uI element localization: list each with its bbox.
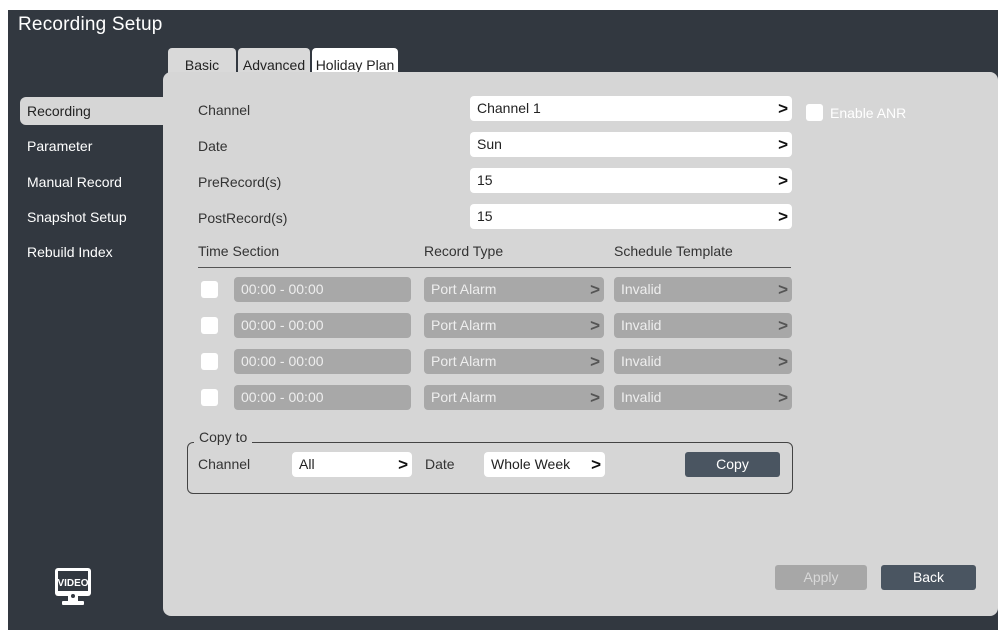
date-select[interactable]: Sun >	[470, 132, 792, 157]
chevron-right-icon: >	[590, 316, 600, 335]
chevron-right-icon: >	[778, 388, 788, 407]
prerecord-label: PreRecord(s)	[198, 174, 282, 190]
schedule-template-select[interactable]: Invalid >	[614, 349, 792, 374]
sidebar-item-label: Recording	[27, 103, 91, 119]
record-type-header: Record Type	[424, 243, 504, 259]
chevron-right-icon: >	[590, 280, 600, 299]
time-section-field[interactable]: 00:00 - 00:00	[234, 385, 411, 410]
chevron-right-icon: >	[590, 352, 600, 371]
copy-channel-value: All	[299, 456, 315, 472]
chevron-right-icon: >	[778, 316, 788, 335]
schedule-template-select[interactable]: Invalid >	[614, 277, 792, 302]
date-value: Sun	[477, 136, 502, 152]
time-section-value: 00:00 - 00:00	[241, 389, 324, 405]
prerecord-select[interactable]: 15 >	[470, 168, 792, 193]
record-type-select[interactable]: Port Alarm >	[424, 349, 604, 374]
video-monitor-icon: VIDEO	[53, 566, 93, 608]
chevron-right-icon: >	[778, 99, 788, 118]
time-section-field[interactable]: 00:00 - 00:00	[234, 349, 411, 374]
chevron-right-icon: >	[778, 171, 788, 190]
sidebar-item-label: Rebuild Index	[27, 244, 113, 260]
sidebar-item-label: Parameter	[27, 138, 93, 154]
record-type-select[interactable]: Port Alarm >	[424, 385, 604, 410]
schedule-template-header: Schedule Template	[614, 243, 733, 259]
record-type-select[interactable]: Port Alarm >	[424, 313, 604, 338]
app-window: Recording Setup Basic Advanced Holiday P…	[8, 10, 998, 630]
copy-date-select[interactable]: Whole Week >	[484, 452, 605, 477]
time-section-field[interactable]: 00:00 - 00:00	[234, 277, 411, 302]
chevron-right-icon: >	[590, 388, 600, 407]
date-label: Date	[198, 138, 228, 154]
copy-button[interactable]: Copy	[685, 452, 780, 477]
channel-label: Channel	[198, 102, 251, 118]
channel-select[interactable]: Channel 1 >	[470, 96, 792, 121]
copy-to-legend: Copy to	[194, 429, 253, 445]
record-type-value: Port Alarm	[431, 317, 497, 333]
sidebar-item-label: Snapshot Setup	[27, 209, 127, 225]
chevron-right-icon: >	[778, 207, 788, 226]
app-title: Recording Setup	[18, 14, 163, 35]
chevron-right-icon: >	[778, 280, 788, 299]
record-type-value: Port Alarm	[431, 353, 497, 369]
record-type-select[interactable]: Port Alarm >	[424, 277, 604, 302]
row-checkbox[interactable]	[201, 389, 218, 406]
enable-anr-label: Enable ANR	[830, 105, 907, 121]
sidebar-item-recording[interactable]: Recording	[20, 97, 164, 125]
enable-anr-checkbox[interactable]	[806, 104, 823, 121]
chevron-right-icon: >	[778, 135, 788, 154]
copy-date-value: Whole Week	[491, 456, 571, 472]
time-section-value: 00:00 - 00:00	[241, 353, 324, 369]
row-checkbox[interactable]	[201, 317, 218, 334]
schedule-template-value: Invalid	[621, 317, 662, 333]
tab-label: Basic	[184, 57, 220, 73]
row-checkbox[interactable]	[201, 281, 218, 298]
time-section-value: 00:00 - 00:00	[241, 281, 324, 297]
record-type-value: Port Alarm	[431, 281, 497, 297]
chevron-right-icon: >	[778, 352, 788, 371]
copy-channel-select[interactable]: All >	[292, 452, 412, 477]
tab-label: Holiday Plan	[315, 57, 395, 73]
time-section-value: 00:00 - 00:00	[241, 317, 324, 333]
time-section-header: Time Section	[198, 243, 280, 259]
prerecord-value: 15	[477, 172, 493, 188]
back-button[interactable]: Back	[881, 565, 976, 590]
time-section-field[interactable]: 00:00 - 00:00	[234, 313, 411, 338]
record-type-value: Port Alarm	[431, 389, 497, 405]
schedule-template-value: Invalid	[621, 353, 662, 369]
copy-date-label: Date	[425, 456, 455, 472]
sidebar-item-manual-record[interactable]: Manual Record	[20, 168, 164, 196]
row-checkbox[interactable]	[201, 353, 218, 370]
sidebar-item-parameter[interactable]: Parameter	[20, 132, 164, 160]
chevron-right-icon: >	[591, 455, 601, 474]
sidebar-item-label: Manual Record	[27, 174, 122, 190]
apply-button[interactable]: Apply	[775, 565, 867, 590]
copy-channel-label: Channel	[198, 456, 251, 472]
postrecord-select[interactable]: 15 >	[470, 204, 792, 229]
schedule-template-select[interactable]: Invalid >	[614, 385, 792, 410]
schedule-template-value: Invalid	[621, 389, 662, 405]
chevron-right-icon: >	[398, 455, 408, 474]
header-divider	[198, 267, 791, 268]
tab-label: Advanced	[242, 57, 306, 73]
schedule-template-value: Invalid	[621, 281, 662, 297]
logo-text: VIDEO	[57, 578, 88, 589]
postrecord-label: PostRecord(s)	[198, 210, 288, 226]
sidebar-item-snapshot-setup[interactable]: Snapshot Setup	[20, 203, 164, 231]
schedule-template-select[interactable]: Invalid >	[614, 313, 792, 338]
sidebar-item-rebuild-index[interactable]: Rebuild Index	[20, 238, 164, 266]
postrecord-value: 15	[477, 208, 493, 224]
channel-value: Channel 1	[477, 100, 541, 116]
